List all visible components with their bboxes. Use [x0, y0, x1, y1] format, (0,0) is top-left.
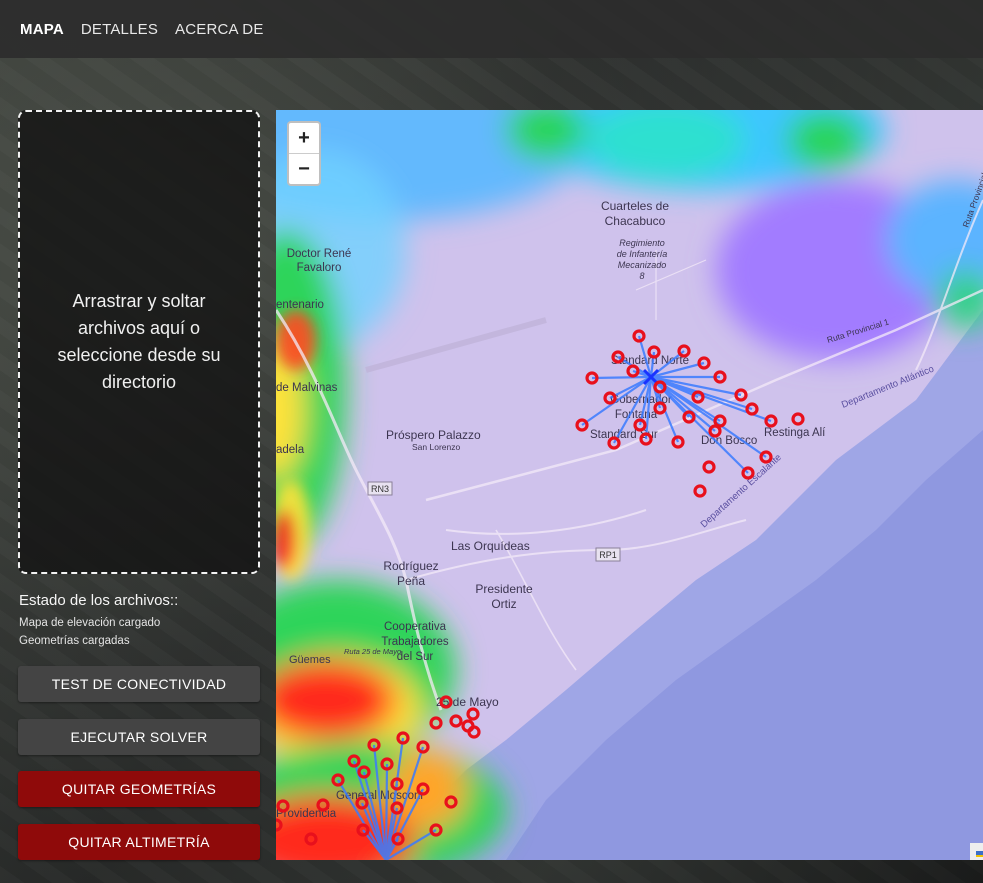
label-centenario: entenario	[276, 299, 324, 311]
file-dropzone[interactable]: Arrastrar y soltar archivos aquí o selec…	[18, 110, 260, 574]
label-adela: adela	[276, 444, 305, 456]
label-restinga: Restinga Alí	[764, 427, 826, 439]
status-geometries-loaded: Geometrías cargadas	[19, 635, 130, 647]
label-ruta25: Ruta 25 de Mayo	[344, 647, 401, 656]
label-prospero: Próspero Palazzo	[386, 428, 481, 442]
zoom-control: + −	[287, 121, 321, 186]
file-status-title: Estado de los archivos::	[19, 592, 179, 609]
nav-mapa[interactable]: MAPA	[20, 21, 64, 38]
zoom-in-button[interactable]: +	[289, 123, 319, 154]
map-canvas[interactable]: Cuarteles de Chacabuco Regimiento de Infan…	[276, 110, 983, 860]
label-cuarteles: Cuarteles de Chacabuco	[601, 199, 669, 228]
nav-acerca-de[interactable]: ACERCA DE	[175, 21, 264, 38]
label-san-lorenzo: San Lorenzo	[412, 442, 460, 452]
dropzone-text: Arrastrar y soltar archivos aquí o selec…	[57, 291, 221, 392]
nav-detalles[interactable]: DETALLES	[81, 21, 158, 38]
label-malvinas: de Malvinas	[276, 382, 338, 394]
connectivity-test-button[interactable]: TEST DE CONECTIVIDAD	[18, 666, 260, 702]
status-elevation-loaded: Mapa de elevación cargado	[19, 617, 161, 629]
zoom-out-button[interactable]: −	[289, 154, 319, 184]
label-orquideas: Las Orquídeas	[451, 539, 530, 553]
label-guemes: Güemes	[289, 654, 331, 666]
run-solver-button[interactable]: EJECUTAR SOLVER	[18, 719, 260, 755]
remove-altimetry-button[interactable]: QUITAR ALTIMETRÍA	[18, 824, 260, 860]
file-status-panel: Estado de los archivos:: Mapa de elevaci…	[19, 592, 259, 650]
top-navbar: MAPA DETALLES ACERCA DE	[0, 0, 983, 58]
attribution-flag-icon[interactable]	[970, 843, 983, 860]
rp1-label: RP1	[599, 550, 617, 560]
map-view[interactable]: Cuarteles de Chacabuco Regimiento de Infan…	[276, 110, 983, 860]
remove-geometries-button[interactable]: QUITAR GEOMETRÍAS	[18, 771, 260, 807]
rn3-label: RN3	[371, 484, 389, 494]
